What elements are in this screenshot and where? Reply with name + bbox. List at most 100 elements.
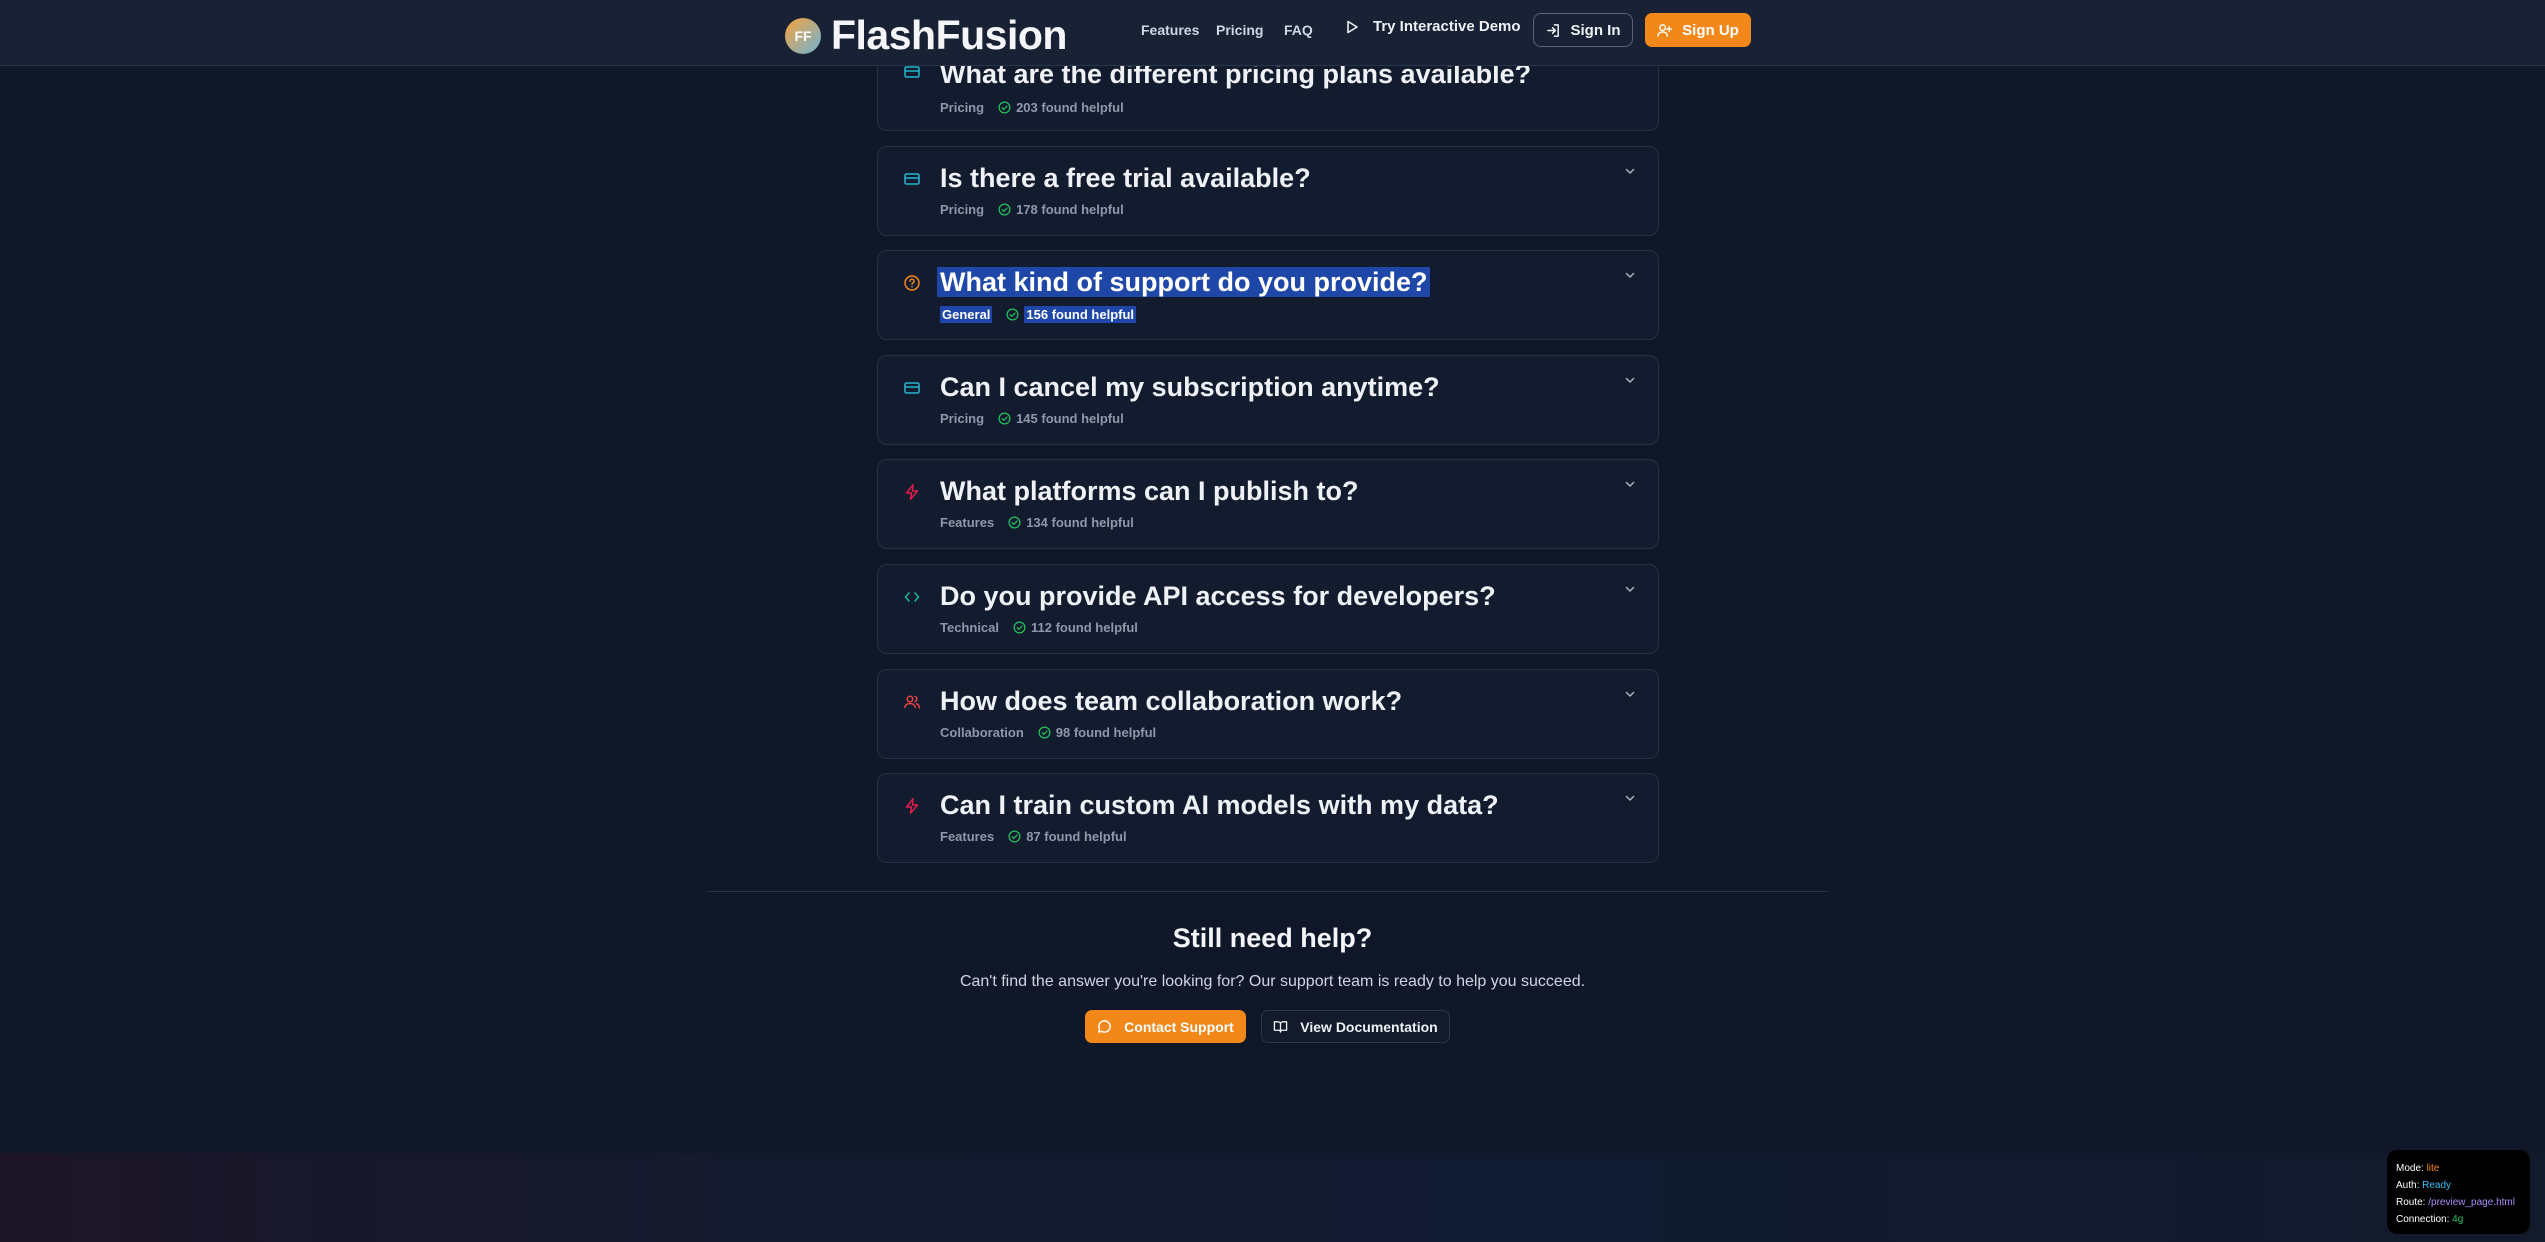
faq-question: What kind of support do you provide? [937,267,1431,298]
chevron-down-icon[interactable] [1624,792,1636,804]
view-documentation-label: View Documentation [1300,1018,1438,1035]
sign-in-label: Sign In [1570,21,1621,39]
faq-item-support[interactable]: What kind of support do you provide? Gen… [877,250,1659,340]
credit-card-icon [904,382,920,394]
faq-meta: General 156 found helpful [940,306,1137,323]
faq-item-free-trial[interactable]: Is there a free trial available? Pricing… [877,146,1659,236]
try-demo-button[interactable]: Try Interactive Demo [1345,18,1521,35]
status-connection-label: Connection: [2396,1214,2450,1225]
book-open-icon [1274,1021,1288,1033]
sign-in-icon [1546,23,1559,37]
faq-meta: Technical 112 found helpful [940,620,1138,635]
status-auth-row: Auth: Ready [2396,1177,2521,1194]
status-auth-label: Auth: [2396,1180,2420,1191]
chevron-down-icon[interactable] [1624,165,1636,177]
nav-pricing-link[interactable]: Pricing [1216,22,1263,38]
faq-question-text: What kind of support do you provide? [937,267,1431,297]
faq-item-cancel[interactable]: Can I cancel my subscription anytime? Pr… [877,355,1659,445]
faq-helpful-count: 145 found helpful [1016,411,1124,426]
status-mode-row: Mode: lite [2396,1160,2521,1177]
check-circle-icon [998,412,1011,425]
credit-card-icon [904,173,920,185]
brand-logo[interactable]: FF FlashFusion [785,12,1067,59]
sign-up-button[interactable]: Sign Up [1645,13,1751,47]
logo-badge: FF [785,17,821,54]
lightning-icon [905,798,919,814]
faq-helpful-count: 112 found helpful [1031,620,1138,635]
check-circle-icon [998,203,1011,216]
faq-question: Is there a free trial available? [940,163,1311,193]
faq-helpful-count: 203 found helpful [1016,100,1124,115]
check-circle-icon [1006,308,1019,321]
faq-question: Do you provide API access for developers… [940,581,1496,611]
faq-item-platforms[interactable]: What platforms can I publish to? Feature… [877,459,1659,549]
lightning-icon [905,484,919,500]
status-route-value: /preview_page.html [2428,1197,2515,1208]
user-plus-icon [1657,23,1673,37]
chevron-down-icon[interactable] [1624,583,1636,595]
faq-question: What platforms can I publish to? [940,476,1359,506]
faq-question: Can I cancel my subscription anytime? [940,372,1440,402]
chevron-down-icon[interactable] [1624,269,1636,281]
status-connection-value: 4g [2452,1214,2464,1225]
check-circle-icon [1008,830,1021,843]
faq-helpful-count: 178 found helpful [1016,202,1124,217]
faq-category: Pricing [940,100,985,115]
faq-item-team-collaboration[interactable]: How does team collaboration work? Collab… [877,669,1659,759]
faq-category: Collaboration [940,725,1024,740]
faq-category: Features [940,829,995,844]
chevron-down-icon[interactable] [1624,478,1636,490]
try-demo-label: Try Interactive Demo [1373,18,1521,35]
status-auth-value: Ready [2422,1180,2452,1191]
message-circle-icon [1098,1020,1111,1033]
faq-question: Can I train custom AI models with my dat… [940,790,1499,820]
section-divider [707,891,1828,892]
contact-support-label: Contact Support [1124,1018,1234,1035]
sign-up-label: Sign Up [1682,21,1739,39]
chevron-down-icon[interactable] [1624,374,1636,386]
faq-helpful-count: 156 found helpful [1024,306,1137,323]
faq-meta: Pricing 145 found helpful [940,411,1124,426]
faq-helpful-count: 98 found helpful [1055,725,1157,740]
status-mode-value: lite [2426,1163,2440,1174]
check-circle-icon [1038,726,1051,739]
code-icon [904,592,920,602]
nav-features-link[interactable]: Features [1141,22,1199,38]
top-navigation-bar: FF FlashFusion Features Pricing FAQ Try … [0,0,2545,66]
faq-meta: Pricing 203 found helpful [940,100,1124,115]
view-documentation-button[interactable]: View Documentation [1261,1010,1450,1043]
check-circle-icon [1008,516,1021,529]
faq-category: General [940,306,993,323]
users-icon [904,695,920,709]
faq-meta: Features 87 found helpful [940,829,1127,844]
faq-category: Pricing [940,202,985,217]
faq-helpful-count: 134 found helpful [1026,515,1134,530]
help-subtitle: Can't find the answer you're looking for… [959,973,1586,990]
faq-item-custom-models[interactable]: Can I train custom AI models with my dat… [877,773,1659,863]
faq-item-api-access[interactable]: Do you provide API access for developers… [877,564,1659,654]
nav-faq-link[interactable]: FAQ [1284,22,1313,38]
brand-name: FlashFusion [831,12,1067,58]
play-icon [1347,20,1358,33]
chevron-down-icon[interactable] [1624,688,1636,700]
faq-category: Features [940,515,995,530]
sign-in-button[interactable]: Sign In [1533,13,1633,47]
contact-support-button[interactable]: Contact Support [1085,1010,1246,1043]
faq-category: Pricing [940,411,985,426]
help-title: Still need help? [1172,923,1373,953]
debug-status-panel: Mode: lite Auth: Ready Route: /preview_p… [2387,1150,2530,1234]
check-circle-icon [1013,621,1026,634]
check-circle-icon [998,101,1011,114]
faq-helpful-count: 87 found helpful [1026,829,1127,844]
status-route-label: Route: [2396,1197,2426,1208]
status-mode-label: Mode: [2396,1163,2424,1174]
faq-meta: Pricing 178 found helpful [940,202,1124,217]
help-circle-icon [904,275,920,291]
status-route-row: Route: /preview_page.html [2396,1194,2521,1211]
status-connection-row: Connection: 4g [2396,1211,2521,1228]
faq-question: How does team collaboration work? [940,686,1403,716]
faq-meta: Collaboration 98 found helpful [940,725,1156,740]
faq-meta: Features 134 found helpful [940,515,1134,530]
footer-background [0,1153,2545,1242]
faq-category: Technical [940,620,1000,635]
